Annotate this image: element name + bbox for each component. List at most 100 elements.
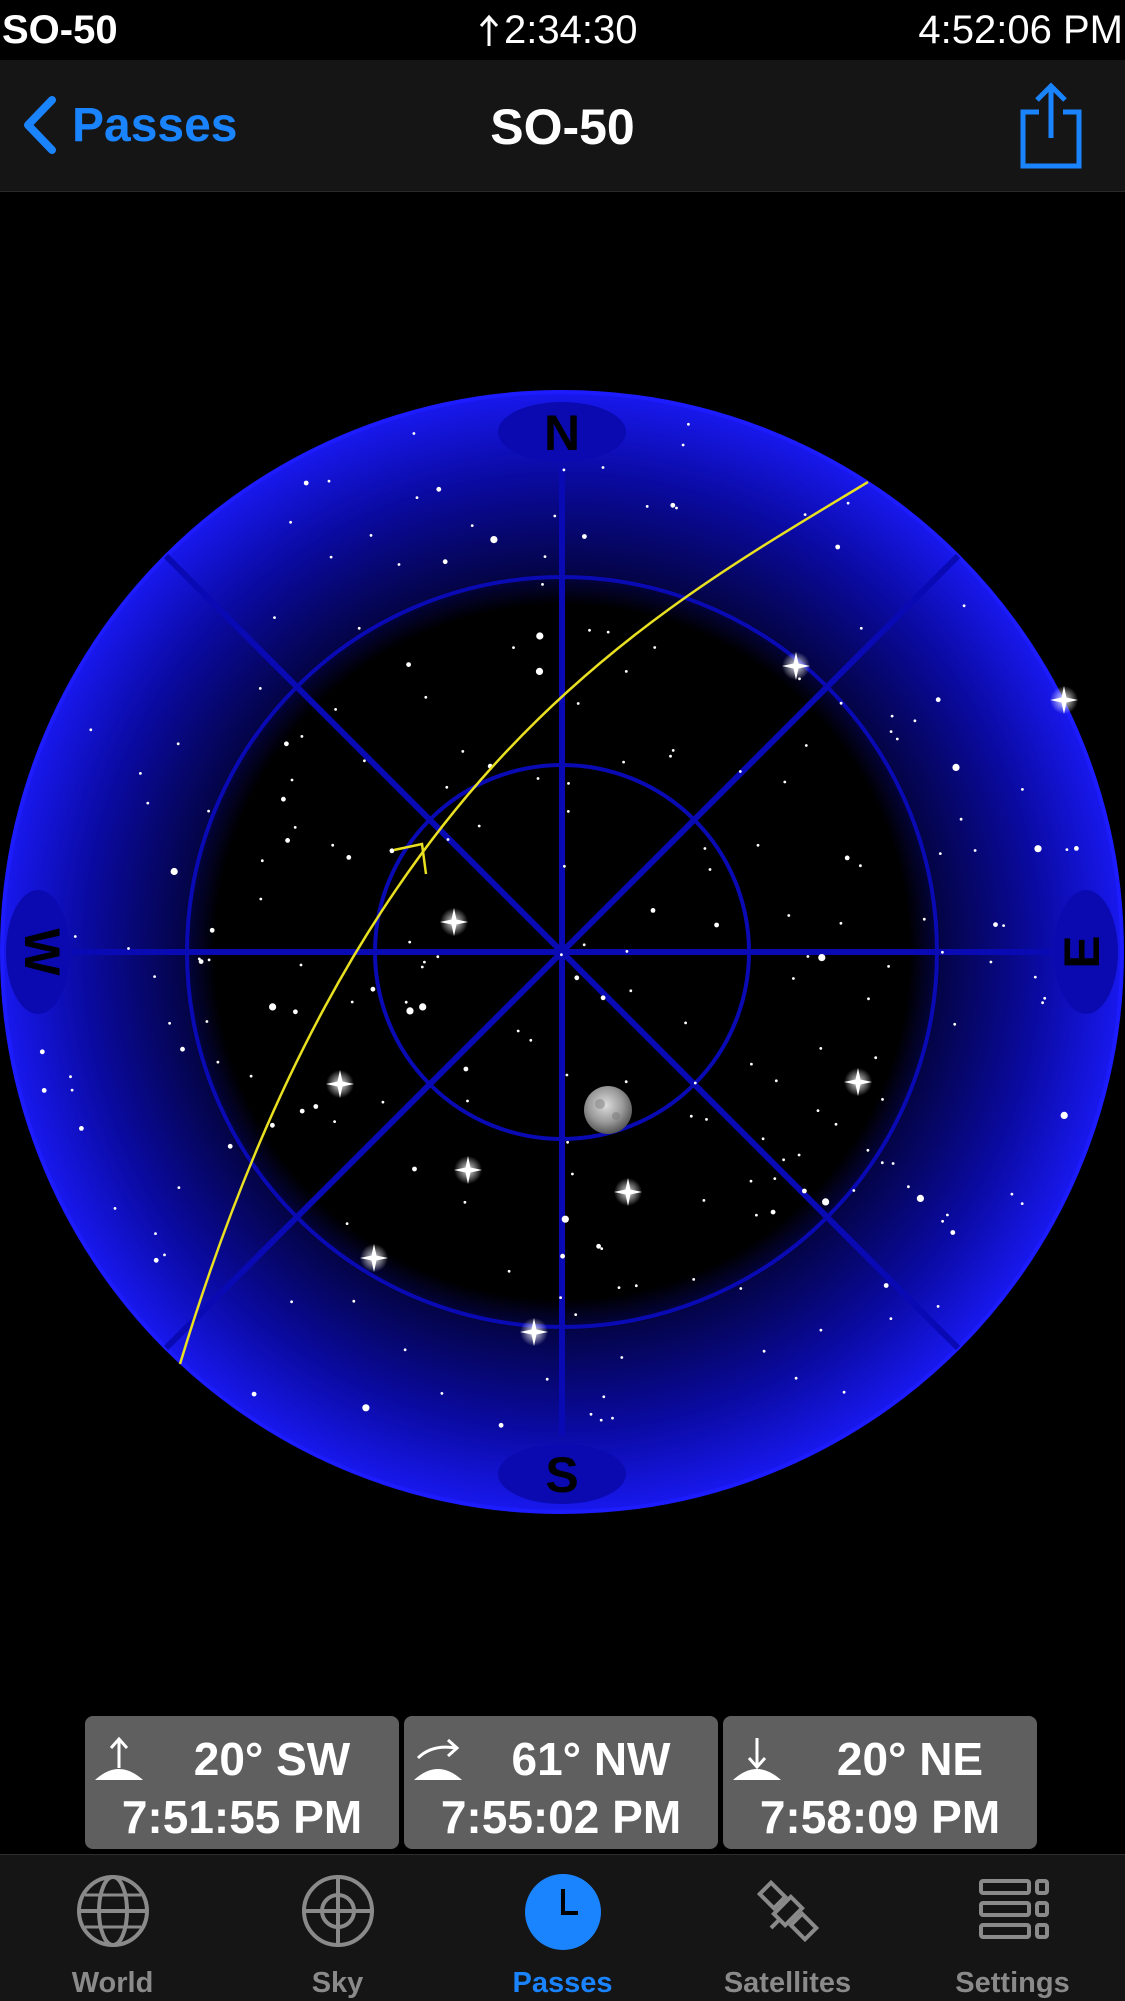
star (946, 1213, 949, 1217)
star (819, 1047, 823, 1050)
star (249, 1074, 253, 1078)
star (333, 1120, 336, 1123)
star (822, 1198, 830, 1206)
star (290, 778, 294, 782)
rise-time: 7:51:55 PM (121, 1791, 363, 1843)
tab-world[interactable]: World (0, 1855, 225, 2001)
navigation-bar: Passes SO-50 (0, 60, 1125, 192)
star (113, 1207, 117, 1210)
star (289, 520, 292, 524)
star (842, 1390, 846, 1394)
star (761, 1137, 765, 1141)
star (227, 1143, 233, 1149)
star (1060, 1111, 1068, 1119)
star (170, 867, 178, 876)
tab-settings[interactable]: Settings (900, 1855, 1125, 2001)
star (574, 975, 580, 981)
star (535, 667, 544, 676)
crosshair-icon (301, 1875, 374, 1947)
star (783, 780, 787, 784)
star (259, 897, 263, 901)
star (941, 1219, 944, 1223)
star (792, 977, 795, 980)
star (406, 662, 411, 667)
star (543, 555, 547, 558)
tab-sky[interactable]: Sky (225, 1855, 450, 2001)
star (596, 1243, 601, 1249)
star (702, 1199, 706, 1202)
star (560, 1253, 565, 1259)
star (689, 1114, 693, 1118)
max-direction: 61° NW (511, 1733, 671, 1785)
star (284, 741, 289, 747)
star (818, 954, 826, 962)
star (738, 770, 742, 773)
star (463, 1200, 467, 1204)
star (566, 1140, 569, 1144)
star (329, 555, 333, 559)
tab-passes[interactable]: Passes (450, 1855, 675, 2001)
star (445, 785, 449, 789)
star (819, 1328, 823, 1332)
pass-set-box[interactable]: 20° NE 7:58:09 PM (723, 1716, 1037, 1849)
star (889, 730, 893, 733)
star (154, 1232, 157, 1235)
star (952, 763, 960, 772)
star (993, 922, 998, 927)
star (269, 1003, 277, 1011)
star (389, 848, 395, 854)
star (299, 1108, 305, 1114)
star (601, 466, 605, 469)
star (363, 759, 366, 763)
star (1034, 845, 1042, 853)
star (582, 534, 587, 539)
star (589, 1412, 593, 1416)
star (197, 957, 201, 961)
star (806, 955, 810, 958)
star (602, 1395, 606, 1399)
compass-east: E (1054, 935, 1110, 968)
star (1002, 924, 1005, 927)
star (470, 524, 474, 527)
star (574, 1313, 578, 1316)
star (874, 1056, 878, 1060)
status-satellite-name: SO-50 (2, 8, 118, 52)
status-clock: 4:52:06 PM (918, 8, 1123, 52)
star (739, 1287, 743, 1290)
tab-satellites[interactable]: Satellites (675, 1855, 900, 2001)
star (529, 1038, 533, 1042)
star (207, 958, 211, 962)
star (560, 953, 563, 957)
moon-icon (584, 1086, 632, 1134)
tab-bar: World Sky Passes Satellites Settings (0, 1854, 1125, 2001)
star (804, 744, 808, 747)
status-countdown: 2:34:30 (478, 8, 637, 53)
tab-passes-label: Passes (512, 1967, 613, 1999)
star (890, 714, 894, 718)
star (600, 995, 606, 1001)
page-title: SO-50 (490, 99, 635, 155)
star (79, 1126, 84, 1131)
star (839, 921, 843, 925)
star (209, 927, 215, 933)
star (599, 1418, 603, 1422)
star (293, 1009, 298, 1015)
star (260, 859, 264, 863)
star (412, 1166, 417, 1172)
star (290, 1300, 293, 1304)
star (692, 1278, 696, 1281)
star (177, 1186, 181, 1189)
star (773, 1177, 777, 1180)
star (563, 864, 566, 868)
star (350, 1000, 354, 1004)
star (440, 1392, 444, 1395)
pass-max-box[interactable]: 61° NW 7:55:02 PM (404, 1716, 718, 1849)
sky-plot[interactable]: N S W E (0, 380, 1125, 1520)
star (794, 1376, 798, 1380)
star (588, 628, 591, 632)
star (281, 796, 286, 802)
share-button[interactable] (1019, 82, 1083, 175)
star (345, 1222, 349, 1225)
star (1041, 1001, 1044, 1005)
pass-rise-box[interactable]: 20° SW 7:51:55 PM (85, 1716, 399, 1849)
